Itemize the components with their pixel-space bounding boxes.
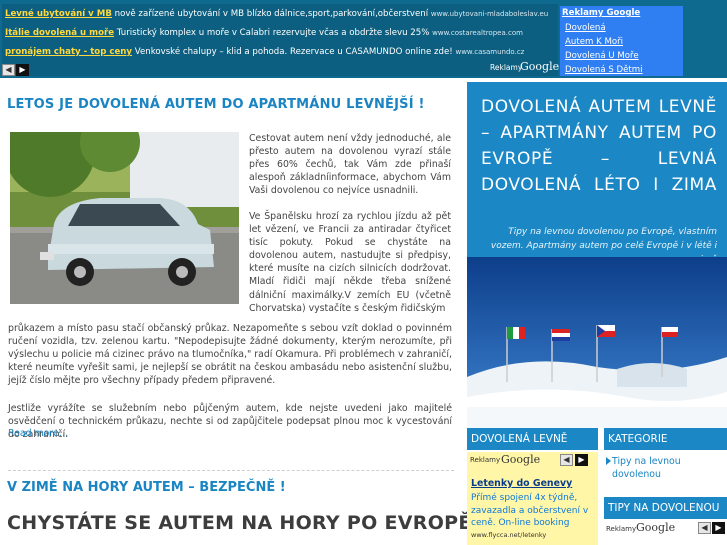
arrow-bullet-icon — [606, 457, 611, 465]
ad-url[interactable]: www.ubytovani-mladaboleslav.eu — [431, 10, 548, 18]
widget-header-dovolena-levne: DOVOLENÁ LEVNĚ — [467, 428, 598, 450]
ads-label: Reklamy — [490, 63, 523, 72]
ad-title[interactable]: Itálie dovolená u moře — [5, 28, 114, 38]
next-ad-arrow-icon[interactable]: ▶ — [712, 522, 725, 534]
article-title-winter[interactable]: V ZIMĚ NA HORY AUTEM – BEZPEČNĚ ! — [7, 480, 286, 495]
widget-header-tipy: TIPY NA DOVOLENOU — [604, 497, 727, 519]
ads-label: Reklamy — [606, 525, 637, 533]
article-paragraph-2: průkazem a místo pasu stačí občanský prů… — [8, 323, 452, 387]
article-title-mountains[interactable]: CHYSTÁTE SE AUTEM NA HORY PO EVROPĚ — [7, 512, 472, 534]
text-ads-block: Levné ubytování v MB nově zařízené ubyto… — [2, 4, 558, 76]
flight-ad-url[interactable]: www.flycca.net/letenky — [471, 531, 546, 539]
main-content: LETOS JE DOVOLENÁ AUTEM DO APARTMÁNU LEV… — [0, 86, 462, 545]
category-link-tipy[interactable]: Tipy na levnou dovolenou — [612, 455, 722, 481]
widget-header-kategorie: KATEGORIE — [604, 428, 727, 450]
ad-text: Venkovské chalupy – klid a pohoda. Rezer… — [132, 47, 456, 57]
google-ads-heading[interactable]: Reklamy Google — [562, 8, 640, 18]
ad-link-dovolena[interactable]: Dovolená — [565, 23, 606, 33]
site-hero: DOVOLENÁ AUTEM LEVNĚ – APARTMÁNY AUTEM P… — [467, 82, 727, 428]
ad-link-dovolena-u-more[interactable]: Dovolená U Moře — [565, 51, 639, 61]
site-title[interactable]: DOVOLENÁ AUTEM LEVNĚ – APARTMÁNY AUTEM P… — [481, 94, 717, 198]
ad-link-autem-k-mori[interactable]: Autem K Moři — [565, 37, 623, 47]
google-logo[interactable]: Google — [636, 521, 675, 534]
google-logo[interactable]: Google — [520, 60, 559, 73]
prev-ad-arrow-icon[interactable]: ◀ — [560, 454, 573, 466]
flight-ad-text: Přímé spojení 4x týdně, zavazadla a obče… — [471, 493, 589, 528]
ad-title[interactable]: Levné ubytování v MB — [5, 9, 112, 19]
ad-line[interactable]: Levné ubytování v MB nově zařízené ubyto… — [5, 9, 548, 19]
article-paragraph-2-side: Ve Španělsku hrozí za rychlou jízdu až p… — [249, 211, 451, 314]
prev-ad-arrow-icon[interactable]: ◀ — [2, 64, 15, 76]
article-paragraph-1: Cestovat autem není vždy jednoduché, ale… — [249, 133, 451, 197]
ad-url[interactable]: www.casamundo.cz — [455, 48, 524, 56]
read-more-link[interactable]: Read more… — [8, 428, 68, 439]
hero-photo-snow-flags — [467, 257, 727, 428]
ad-line[interactable]: pronájem chaty - top ceny Venkovské chal… — [5, 47, 524, 57]
ad-line[interactable]: Itálie dovolená u moře Turistický komple… — [5, 28, 523, 38]
ad-text: Turistický komplex u moře v Calabri reze… — [114, 28, 433, 38]
top-ad-banner: Levné ubytování v MB nově zařízené ubyto… — [0, 0, 727, 78]
prev-ad-arrow-icon[interactable]: ◀ — [698, 522, 711, 534]
article-divider — [8, 470, 454, 471]
article-paragraph-3: Jestliže vyrážíte se služebním nebo půjč… — [8, 403, 452, 441]
ads-label: Reklamy — [470, 456, 501, 464]
next-ad-arrow-icon[interactable]: ▶ — [16, 64, 29, 76]
flight-ad-title[interactable]: Letenky do Genevy — [471, 478, 572, 489]
next-ad-arrow-icon[interactable]: ▶ — [575, 454, 588, 466]
ad-url[interactable]: www.costarealtropea.com — [432, 29, 523, 37]
flight-ad-box[interactable]: Reklamy Google ◀ ▶ Letenky do Genevy Pří… — [467, 452, 598, 545]
ad-text: nově zařízené ubytování v MB blízko dáln… — [111, 9, 431, 19]
google-ads-links-box: Reklamy Google Dovolená Autem K Moři Dov… — [560, 6, 683, 76]
ad-link-dovolena-s-detmi[interactable]: Dovolená S Dětmi — [565, 65, 643, 75]
article-photo-car — [10, 132, 239, 304]
google-logo[interactable]: Google — [501, 453, 540, 466]
ad-title[interactable]: pronájem chaty - top ceny — [5, 47, 132, 57]
article-title[interactable]: LETOS JE DOVOLENÁ AUTEM DO APARTMÁNU LEV… — [7, 97, 425, 112]
